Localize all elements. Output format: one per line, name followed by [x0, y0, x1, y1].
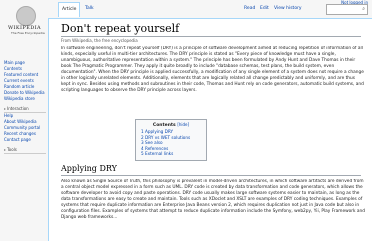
toc-title: Contents [152, 123, 176, 128]
sidebar-heading-tools[interactable]: Tools [4, 146, 46, 154]
sidebar-item-contact[interactable]: Contact page [4, 137, 46, 143]
search-input[interactable]: ⌕ [326, 4, 368, 15]
tab-edit[interactable]: Edit [260, 4, 269, 14]
search-icon[interactable]: ⌕ [362, 6, 365, 12]
sidebar-main-nav: Main page Contents Featured content Curr… [4, 60, 46, 154]
tab-article[interactable]: Article [58, 2, 81, 17]
wikipedia-logo[interactable]: WIKIPEDIA The Free Encyclopedia [8, 6, 45, 35]
tab-view-history[interactable]: View history [274, 4, 302, 14]
section-paragraph: Also known as Single Source of Truth, th… [61, 179, 365, 220]
globe-icon [16, 6, 36, 26]
sidebar-item-store[interactable]: Wikipedia store [4, 96, 46, 102]
tab-talk[interactable]: Talk [82, 2, 97, 16]
page-title: Don't repeat yourself [61, 21, 361, 37]
article-content: Don't repeat yourself From Wikipedia, th… [48, 18, 372, 241]
page-subtitle: From Wikipedia, the free encyclopedia [61, 38, 138, 43]
sidebar: WIKIPEDIA The Free Encyclopedia Main pag… [0, 0, 46, 240]
section-heading-applying-dry: Applying DRY [61, 163, 361, 176]
toc-item[interactable]: 5 External links [141, 151, 206, 157]
sidebar-heading-interaction[interactable]: Interaction [4, 105, 46, 113]
table-of-contents: Contents [hide] 1 Applying DRY 2 DRY vs … [135, 119, 207, 161]
intro-paragraph: In software engineering, don't repeat yo… [61, 46, 364, 93]
toc-hide-link[interactable]: [hide] [177, 122, 189, 127]
tab-read[interactable]: Read [244, 4, 255, 14]
